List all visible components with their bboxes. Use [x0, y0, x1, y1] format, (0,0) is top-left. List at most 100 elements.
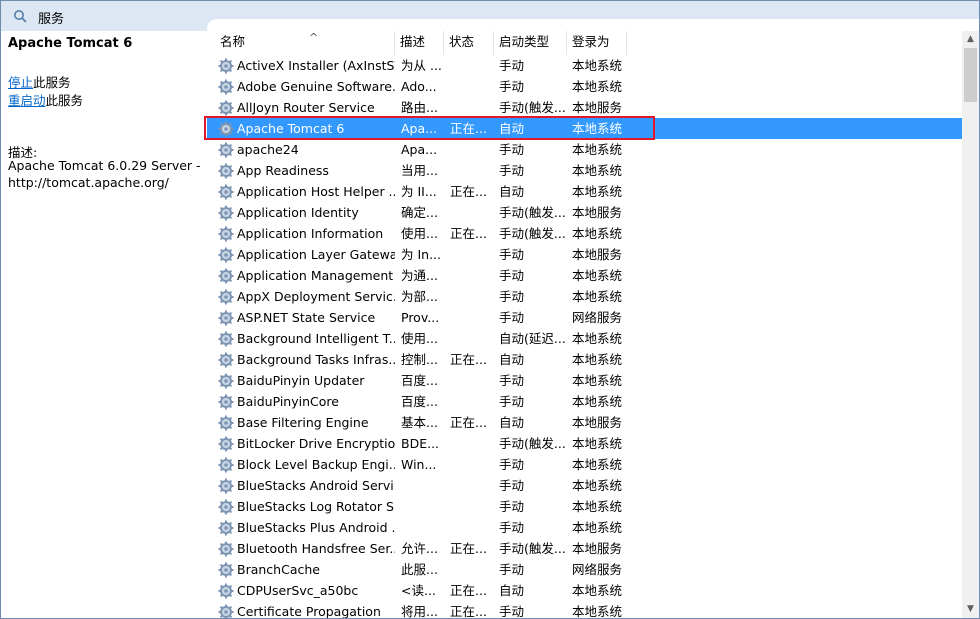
table-row[interactable]: Block Level Backup Engi... Win... 手动 本地系统 [207, 454, 962, 475]
cell-logon-as: 本地系统 [572, 331, 623, 346]
table-row[interactable]: BaiduPinyinCore 百度... 手动 本地系统 [207, 391, 962, 412]
service-gear-icon [218, 604, 234, 618]
table-row[interactable]: Adobe Genuine Software... Ado... 手动 本地系统 [207, 76, 962, 97]
cell-status [450, 265, 492, 286]
scroll-up-arrow-icon[interactable]: ▲ [962, 31, 979, 48]
cell-startup-type: 手动 [499, 520, 525, 535]
cell-logon-as: 本地系统 [572, 226, 623, 241]
window-title: 服务 [38, 12, 65, 27]
cell-logon-as: 本地服务 [572, 415, 623, 430]
service-gear-icon [218, 289, 234, 305]
cell-status [450, 433, 492, 454]
cell-status [450, 55, 492, 76]
service-gear-icon [218, 331, 234, 347]
cell-status: 正在... [450, 226, 487, 241]
table-row[interactable]: ActiveX Installer (AxInstSV) 为从 ... 手动 本地系统 [207, 55, 962, 76]
column-header-name[interactable]: 名称 ^ [215, 31, 395, 55]
table-row[interactable]: Application Management 为通... 手动 本地系统 [207, 265, 962, 286]
cell-status: 正在... [450, 583, 487, 598]
cell-startup-type: 手动 [499, 163, 525, 178]
table-row[interactable]: BranchCache 此服... 手动 网络服务 [207, 559, 962, 580]
cell-description: 基本... [401, 415, 438, 430]
table-row[interactable]: Base Filtering Engine 基本... 正在... 自动 本地服务 [207, 412, 962, 433]
table-row[interactable]: BaiduPinyin Updater 百度... 手动 本地系统 [207, 370, 962, 391]
table-row[interactable]: Bluetooth Handsfree Ser... 允许... 正在... 手动(触… [207, 538, 962, 559]
service-gear-icon [218, 478, 234, 494]
stop-service-link[interactable]: 停止 [8, 75, 33, 90]
cell-startup-type: 手动 [499, 457, 525, 472]
service-gear-icon [218, 436, 234, 452]
table-row[interactable]: AppX Deployment Servic... 为部... 手动 本地系统 [207, 286, 962, 307]
cell-status: 正在... [450, 121, 487, 136]
scroll-thumb[interactable] [964, 48, 977, 102]
table-row[interactable]: Background Tasks Infras... 控制... 正在... 自动 本地… [207, 349, 962, 370]
table-row[interactable]: BitLocker Drive Encryptio... BDE... 手动(触发.… [207, 433, 962, 454]
cell-startup-type: 手动 [499, 79, 525, 94]
scroll-down-arrow-icon[interactable]: ▼ [962, 601, 979, 618]
cell-service-name: BlueStacks Android Servi... [237, 478, 395, 493]
service-gear-icon [218, 226, 234, 242]
cell-logon-as: 本地系统 [572, 163, 623, 178]
table-row[interactable]: BlueStacks Plus Android ... 手动 本地系统 [207, 517, 962, 538]
services-search-icon [14, 10, 27, 23]
cell-description: <读... [401, 583, 436, 598]
service-gear-icon [218, 205, 234, 221]
cell-startup-type: 手动 [499, 289, 525, 304]
table-row[interactable]: Application Layer Gatewa... 为 In... 手动 本地服务 [207, 244, 962, 265]
cell-description: Prov... [401, 310, 440, 325]
service-gear-icon [218, 79, 234, 95]
table-row[interactable]: CDPUserSvc_a50bc <读... 正在... 自动 本地系统 [207, 580, 962, 601]
cell-service-name: Bluetooth Handsfree Ser... [237, 541, 395, 556]
column-header-startup-type[interactable]: 启动类型 [494, 31, 567, 55]
cell-startup-type: 手动 [499, 142, 525, 157]
cell-description: 为从 ... [401, 58, 442, 73]
cell-description: 为通... [401, 268, 438, 283]
column-header-status[interactable]: 状态 [444, 31, 494, 55]
restart-service-link[interactable]: 重启动 [8, 93, 46, 108]
table-row[interactable]: Application Identity 确定... 手动(触发... 本地服务 [207, 202, 962, 223]
cell-startup-type: 手动(触发... [499, 100, 566, 115]
service-gear-icon [218, 268, 234, 284]
cell-description: Apa... [401, 142, 438, 157]
table-row[interactable]: App Readiness 当用... 手动 本地系统 [207, 160, 962, 181]
cell-startup-type: 手动 [499, 268, 525, 283]
service-gear-icon [218, 415, 234, 431]
cell-description: 为 II... [401, 184, 437, 199]
cell-service-name: Certificate Propagation [237, 604, 381, 618]
cell-startup-type: 手动 [499, 478, 525, 493]
table-row[interactable]: Certificate Propagation 将用... 正在... 手动 本地系统 [207, 601, 962, 618]
vertical-scrollbar[interactable]: ▲ ▼ [962, 31, 979, 618]
cell-service-name: CDPUserSvc_a50bc [237, 583, 359, 598]
services-table: 名称 ^ 描述 状态 启动类型 登录为 ActiveX Installer (A… [207, 31, 962, 618]
service-gear-icon [218, 499, 234, 515]
cell-startup-type: 手动 [499, 562, 525, 577]
service-gear-icon [218, 394, 234, 410]
table-row[interactable]: BlueStacks Android Servi... 手动 本地系统 [207, 475, 962, 496]
cell-logon-as: 本地系统 [572, 79, 623, 94]
cell-status [450, 139, 492, 160]
cell-startup-type: 手动(触发... [499, 541, 566, 556]
table-row[interactable]: AllJoyn Router Service 路由... 手动(触发... 本地服务 [207, 97, 962, 118]
table-row[interactable]: ASP.NET State Service Prov... 手动 网络服务 [207, 307, 962, 328]
cell-service-name: Application Host Helper ... [237, 184, 395, 199]
cell-description [401, 517, 443, 538]
cell-status [450, 307, 492, 328]
table-row[interactable]: Background Intelligent T... 使用... 自动(延迟...… [207, 328, 962, 349]
column-header-logon-as[interactable]: 登录为 [567, 31, 627, 55]
cell-status: 正在... [450, 184, 487, 199]
cell-status [450, 202, 492, 223]
cell-logon-as: 本地系统 [572, 142, 623, 157]
table-row[interactable]: BlueStacks Log Rotator S... 手动 本地系统 [207, 496, 962, 517]
cell-description: Apa... [401, 121, 438, 136]
table-row[interactable]: apache24 Apa... 手动 本地系统 [207, 139, 962, 160]
cell-service-name: ASP.NET State Service [237, 310, 376, 325]
cell-startup-type: 手动(触发... [499, 205, 566, 220]
table-row[interactable]: Application Host Helper ... 为 II... 正在... 自… [207, 181, 962, 202]
service-gear-icon [218, 541, 234, 557]
column-header-description[interactable]: 描述 [395, 31, 444, 55]
cell-status: 正在... [450, 352, 487, 367]
cell-status [450, 517, 492, 538]
table-row[interactable]: Apache Tomcat 6 Apa... 正在... 自动 本地系统 [207, 118, 962, 139]
table-row[interactable]: Application Information 使用... 正在... 手动(触发..… [207, 223, 962, 244]
cell-startup-type: 自动(延迟... [499, 331, 566, 346]
